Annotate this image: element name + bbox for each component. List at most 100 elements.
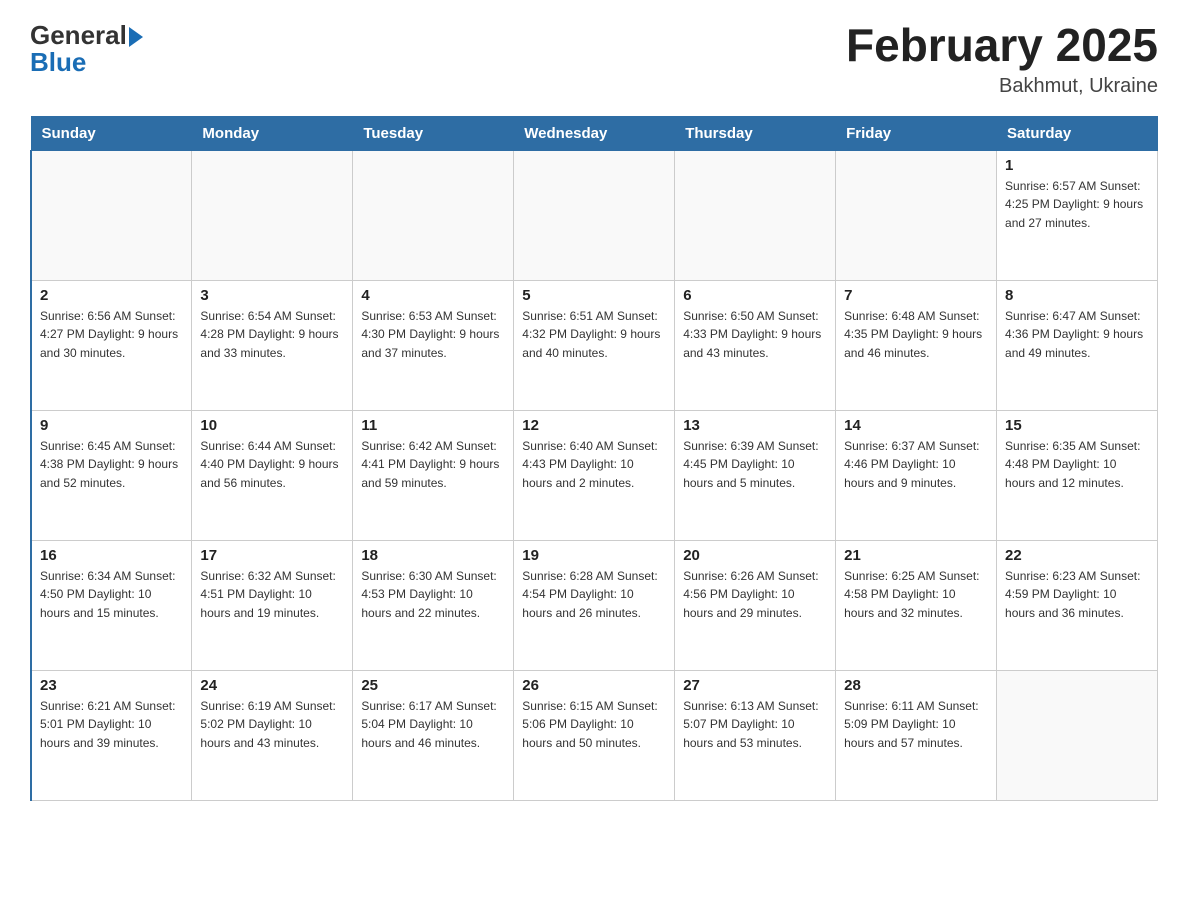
day-info: Sunrise: 6:25 AM Sunset: 4:58 PM Dayligh… [844,567,988,623]
day-info: Sunrise: 6:50 AM Sunset: 4:33 PM Dayligh… [683,307,827,363]
day-number: 27 [683,677,827,694]
day-info: Sunrise: 6:54 AM Sunset: 4:28 PM Dayligh… [200,307,344,363]
day-number: 7 [844,287,988,304]
calendar-cell: 9Sunrise: 6:45 AM Sunset: 4:38 PM Daylig… [31,410,192,540]
calendar-cell: 1 Sunrise: 6:57 AM Sunset: 4:25 PM Daylig… [997,150,1158,280]
day-number: 24 [200,677,344,694]
col-header-sunday: Sunday [31,116,192,150]
day-info: Sunrise: 6:34 AM Sunset: 4:50 PM Dayligh… [40,567,183,623]
logo-arrow-icon [129,27,143,47]
day-number: 26 [522,677,666,694]
day-number: 18 [361,547,505,564]
day-info: Sunrise: 6:28 AM Sunset: 4:54 PM Dayligh… [522,567,666,623]
calendar-cell: 21 Sunrise: 6:25 AM Sunset: 4:58 PM Dayli… [836,540,997,670]
day-info: Sunrise: 6:51 AM Sunset: 4:32 PM Dayligh… [522,307,666,363]
day-number: 15 [1005,417,1149,434]
calendar-cell: 28Sunrise: 6:11 AM Sunset: 5:09 PM Dayli… [836,670,997,800]
calendar-cell: 25 Sunrise: 6:17 AM Sunset: 5:04 PM Dayli… [353,670,514,800]
calendar-cell: 7 Sunrise: 6:48 AM Sunset: 4:35 PM Daylig… [836,280,997,410]
calendar-cell: 11 Sunrise: 6:42 AM Sunset: 4:41 PM Dayli… [353,410,514,540]
day-number: 25 [361,677,505,694]
logo: General Blue [30,20,143,78]
day-number: 23 [40,677,183,694]
calendar-cell [836,150,997,280]
calendar-cell: 16 Sunrise: 6:34 AM Sunset: 4:50 PM Dayli… [31,540,192,670]
calendar-cell: 2 Sunrise: 6:56 AM Sunset: 4:27 PM Daylig… [31,280,192,410]
calendar-cell [192,150,353,280]
calendar-cell: 10 Sunrise: 6:44 AM Sunset: 4:40 PM Dayli… [192,410,353,540]
col-header-thursday: Thursday [675,116,836,150]
day-info: Sunrise: 6:23 AM Sunset: 4:59 PM Dayligh… [1005,567,1149,623]
calendar-week-row: 2 Sunrise: 6:56 AM Sunset: 4:27 PM Daylig… [31,280,1158,410]
calendar-cell: 23 Sunrise: 6:21 AM Sunset: 5:01 PM Dayli… [31,670,192,800]
day-info: Sunrise: 6:42 AM Sunset: 4:41 PM Dayligh… [361,437,505,493]
day-info: Sunrise: 6:45 AM Sunset: 4:38 PM Dayligh… [40,437,183,493]
day-info: Sunrise: 6:48 AM Sunset: 4:35 PM Dayligh… [844,307,988,363]
col-header-tuesday: Tuesday [353,116,514,150]
logo-text-blue: Blue [30,47,143,78]
calendar-cell [514,150,675,280]
calendar-cell: 24 Sunrise: 6:19 AM Sunset: 5:02 PM Dayli… [192,670,353,800]
day-info: Sunrise: 6:17 AM Sunset: 5:04 PM Dayligh… [361,697,505,753]
calendar-cell: 8 Sunrise: 6:47 AM Sunset: 4:36 PM Daylig… [997,280,1158,410]
month-year-title: February 2025 [846,20,1158,71]
calendar-cell: 17 Sunrise: 6:32 AM Sunset: 4:51 PM Dayli… [192,540,353,670]
day-info: Sunrise: 6:47 AM Sunset: 4:36 PM Dayligh… [1005,307,1149,363]
day-number: 1 [1005,157,1149,174]
day-number: 13 [683,417,827,434]
calendar-cell [31,150,192,280]
day-info: Sunrise: 6:26 AM Sunset: 4:56 PM Dayligh… [683,567,827,623]
day-number: 2 [40,287,183,304]
calendar-cell: 6 Sunrise: 6:50 AM Sunset: 4:33 PM Daylig… [675,280,836,410]
day-number: 11 [361,417,505,434]
day-info: Sunrise: 6:56 AM Sunset: 4:27 PM Dayligh… [40,307,183,363]
day-info: Sunrise: 6:13 AM Sunset: 5:07 PM Dayligh… [683,697,827,753]
calendar-table: SundayMondayTuesdayWednesdayThursdayFrid… [30,116,1158,801]
col-header-saturday: Saturday [997,116,1158,150]
day-info: Sunrise: 6:53 AM Sunset: 4:30 PM Dayligh… [361,307,505,363]
day-number: 17 [200,547,344,564]
day-number: 6 [683,287,827,304]
page-header: General Blue February 2025 Bakhmut, Ukra… [30,20,1158,98]
day-info: Sunrise: 6:35 AM Sunset: 4:48 PM Dayligh… [1005,437,1149,493]
day-info: Sunrise: 6:37 AM Sunset: 4:46 PM Dayligh… [844,437,988,493]
calendar-cell: 5 Sunrise: 6:51 AM Sunset: 4:32 PM Daylig… [514,280,675,410]
day-number: 16 [40,547,183,564]
day-info: Sunrise: 6:40 AM Sunset: 4:43 PM Dayligh… [522,437,666,493]
col-header-wednesday: Wednesday [514,116,675,150]
calendar-cell: 3 Sunrise: 6:54 AM Sunset: 4:28 PM Daylig… [192,280,353,410]
day-info: Sunrise: 6:30 AM Sunset: 4:53 PM Dayligh… [361,567,505,623]
day-info: Sunrise: 6:11 AM Sunset: 5:09 PM Dayligh… [844,697,988,753]
day-info: Sunrise: 6:39 AM Sunset: 4:45 PM Dayligh… [683,437,827,493]
day-number: 20 [683,547,827,564]
calendar-cell: 18 Sunrise: 6:30 AM Sunset: 4:53 PM Dayli… [353,540,514,670]
calendar-cell: 12 Sunrise: 6:40 AM Sunset: 4:43 PM Dayli… [514,410,675,540]
day-number: 8 [1005,287,1149,304]
day-number: 21 [844,547,988,564]
calendar-cell: 14 Sunrise: 6:37 AM Sunset: 4:46 PM Dayli… [836,410,997,540]
day-number: 5 [522,287,666,304]
col-header-monday: Monday [192,116,353,150]
day-info: Sunrise: 6:44 AM Sunset: 4:40 PM Dayligh… [200,437,344,493]
calendar-cell: 20 Sunrise: 6:26 AM Sunset: 4:56 PM Dayli… [675,540,836,670]
calendar-week-row: 16 Sunrise: 6:34 AM Sunset: 4:50 PM Dayli… [31,540,1158,670]
day-info: Sunrise: 6:19 AM Sunset: 5:02 PM Dayligh… [200,697,344,753]
calendar-week-row: 9Sunrise: 6:45 AM Sunset: 4:38 PM Daylig… [31,410,1158,540]
calendar-cell: 26 Sunrise: 6:15 AM Sunset: 5:06 PM Dayli… [514,670,675,800]
calendar-week-row: 23 Sunrise: 6:21 AM Sunset: 5:01 PM Dayli… [31,670,1158,800]
calendar-header-row: SundayMondayTuesdayWednesdayThursdayFrid… [31,116,1158,150]
day-info: Sunrise: 6:21 AM Sunset: 5:01 PM Dayligh… [40,697,183,753]
day-number: 3 [200,287,344,304]
title-block: February 2025 Bakhmut, Ukraine [846,20,1158,98]
day-number: 10 [200,417,344,434]
day-info: Sunrise: 6:57 AM Sunset: 4:25 PM Dayligh… [1005,177,1149,233]
calendar-cell [353,150,514,280]
day-info: Sunrise: 6:15 AM Sunset: 5:06 PM Dayligh… [522,697,666,753]
day-number: 14 [844,417,988,434]
day-number: 4 [361,287,505,304]
calendar-cell: 22 Sunrise: 6:23 AM Sunset: 4:59 PM Dayli… [997,540,1158,670]
day-info: Sunrise: 6:32 AM Sunset: 4:51 PM Dayligh… [200,567,344,623]
day-number: 12 [522,417,666,434]
day-number: 22 [1005,547,1149,564]
calendar-cell: 15 Sunrise: 6:35 AM Sunset: 4:48 PM Dayli… [997,410,1158,540]
